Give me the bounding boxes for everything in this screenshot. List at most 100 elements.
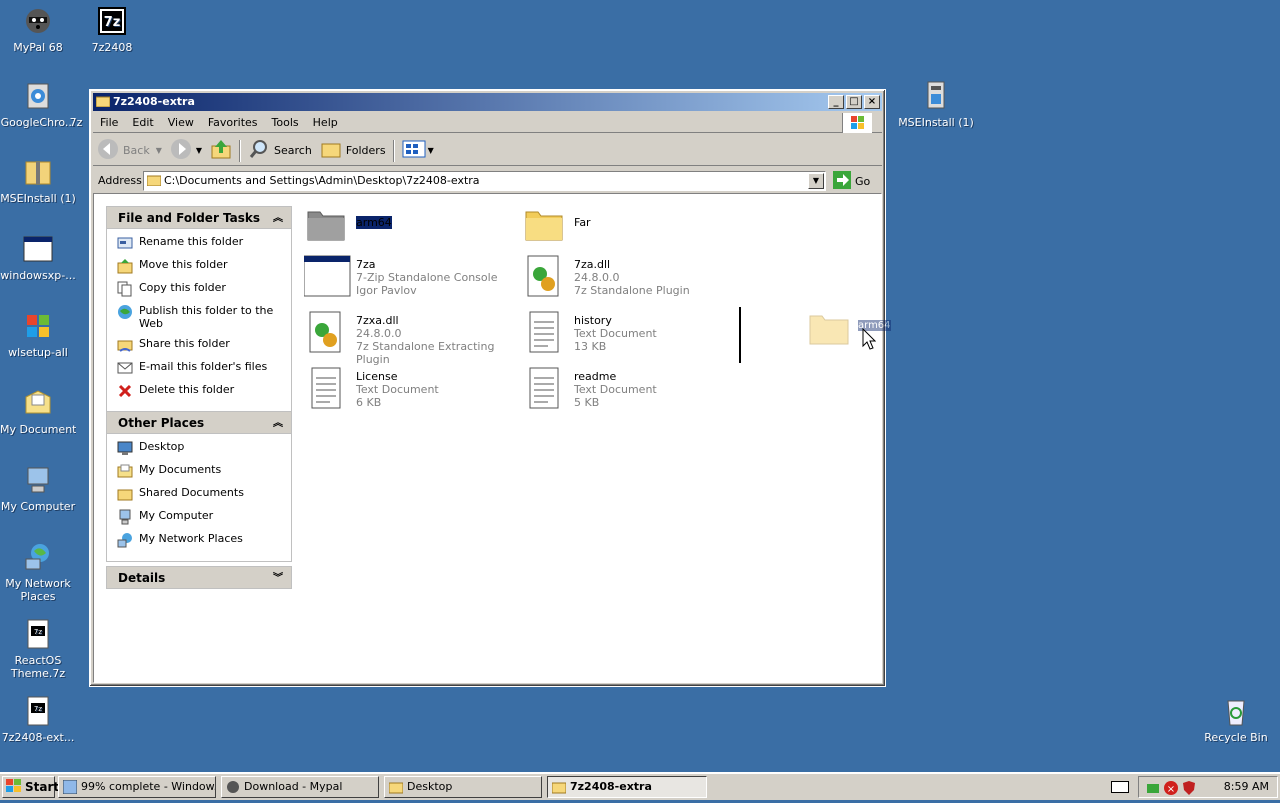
address-input[interactable]: C:\Documents and Settings\Admin\Desktop\… <box>143 171 826 191</box>
desktop-icon-my-computer[interactable]: My Computer <box>0 464 76 513</box>
start-button[interactable]: Start <box>2 776 59 798</box>
menu-tools[interactable]: Tools <box>265 116 306 129</box>
menu-file[interactable]: File <box>93 116 125 129</box>
task-label: Publish this folder to the Web <box>139 304 274 330</box>
file-item[interactable]: 7zxa.dll 24.8.0.0 7z Standalone Extracti… <box>304 310 520 366</box>
task-delete-folder[interactable]: Delete this folder <box>117 383 291 399</box>
desktop-icon-my-network-places[interactable]: My Network Places <box>0 541 76 603</box>
toolbar-separator <box>239 139 242 162</box>
place-my-documents[interactable]: My Documents <box>117 463 291 479</box>
place-my-network-places[interactable]: My Network Places <box>117 532 291 548</box>
taskbar-button-download-window[interactable]: 99% complete - Window... <box>58 776 216 798</box>
chevron-down-icon: ▼ <box>195 146 203 155</box>
close-button[interactable]: × <box>864 95 880 109</box>
folder-icon <box>551 780 567 794</box>
menu-favorites[interactable]: Favorites <box>201 116 265 129</box>
file-item[interactable]: Far <box>522 202 738 246</box>
folders-icon <box>320 138 342 163</box>
panel-header[interactable]: Other Places ︽ <box>106 411 292 434</box>
file-item[interactable]: readme Text Document 5 KB <box>522 366 738 410</box>
file-item[interactable]: 7za.dll 24.8.0.0 7z Standalone Plugin <box>522 254 738 298</box>
file-item[interactable]: License Text Document 6 KB <box>304 366 520 410</box>
other-places-panel: Other Places ︽ Desktop My Documents Shar… <box>106 411 292 562</box>
desktop-icon-recycle-bin[interactable]: Recycle Bin <box>1198 695 1274 744</box>
file-item[interactable]: history Text Document 13 KB <box>522 310 738 354</box>
go-button[interactable]: Go <box>833 171 870 192</box>
address-label: Address <box>98 173 142 187</box>
place-label: My Computer <box>139 509 214 522</box>
back-button[interactable]: Back ▼ <box>93 138 166 164</box>
windows-flag-icon <box>842 113 872 133</box>
minimize-button[interactable]: _ <box>828 95 844 109</box>
folders-button[interactable]: Folders <box>316 138 390 164</box>
views-icon <box>402 139 426 162</box>
panel-header[interactable]: File and Folder Tasks ︽ <box>106 206 292 229</box>
place-my-computer[interactable]: My Computer <box>117 509 291 525</box>
download-icon <box>62 779 78 795</box>
file-type: Text Document <box>356 383 439 396</box>
panel-header[interactable]: Details ︾ <box>106 566 292 589</box>
my-documents-icon <box>117 463 133 479</box>
taskbar-button-mypal[interactable]: Download - Mypal <box>221 776 379 798</box>
task-copy-folder[interactable]: Copy this folder <box>117 281 291 297</box>
views-button[interactable]: ▼ <box>398 138 438 164</box>
place-shared-documents[interactable]: Shared Documents <box>117 486 291 502</box>
task-share-folder[interactable]: Share this folder <box>117 337 291 353</box>
folder-icon <box>304 202 348 246</box>
taskbar-button-7z2408-extra[interactable]: 7z2408-extra <box>547 776 707 798</box>
my-documents-icon <box>22 387 54 419</box>
file-item[interactable]: arm64 <box>304 202 520 246</box>
desktop-icon-label: ReactOS Theme.7z <box>10 654 66 680</box>
desktop-icon-7z2408[interactable]: 7z 7z2408 <box>74 5 150 54</box>
explorer-window: 7z2408-extra _ □ × File Edit View Favori… <box>89 89 886 687</box>
up-folder-button[interactable] <box>206 138 236 164</box>
place-desktop[interactable]: Desktop <box>117 440 291 456</box>
zip-folder-icon <box>22 156 54 188</box>
desktop-icon-reactos-theme[interactable]: 7z ReactOS Theme.7z <box>0 618 76 680</box>
desktop-icon-wlsetup[interactable]: wlsetup-all <box>0 310 76 359</box>
file-size: 6 KB <box>356 396 382 409</box>
delete-x-icon <box>117 383 133 399</box>
desktop-icon-label: MSEInstall (1) <box>0 192 76 205</box>
task-rename-folder[interactable]: Rename this folder <box>117 235 291 251</box>
maximize-button[interactable]: □ <box>846 95 862 109</box>
forward-button[interactable]: ▼ <box>166 138 206 164</box>
menu-bar: File Edit View Favorites Tools Help <box>93 113 882 133</box>
folder-icon <box>522 202 566 246</box>
7z-archive-icon: 7z <box>22 695 54 727</box>
task-email-files[interactable]: E-mail this folder's files <box>117 360 291 376</box>
menu-edit[interactable]: Edit <box>125 116 160 129</box>
panel-title: Other Places <box>118 416 205 430</box>
desktop-icon-mypal[interactable]: MyPal 68 <box>0 5 76 54</box>
desktop-icon-my-documents[interactable]: My Documents <box>0 387 76 436</box>
file-folder-tasks-panel: File and Folder Tasks ︽ Rename this fold… <box>106 206 292 413</box>
7z-archive-icon: 7z <box>22 618 54 650</box>
file-size: 13 KB <box>574 340 607 353</box>
taskbar-button-desktop[interactable]: Desktop <box>384 776 542 798</box>
svg-text:×: × <box>1167 784 1175 795</box>
chevron-down-icon: ▼ <box>427 146 434 155</box>
menu-view[interactable]: View <box>161 116 201 129</box>
clock[interactable]: 8:59 AM <box>1224 777 1269 797</box>
window-app-icon <box>22 233 54 265</box>
panel-title: Details <box>118 571 166 585</box>
desktop-icon-mseinstall-right[interactable]: MSEInstall (1) <box>898 80 974 129</box>
share-folder-icon <box>117 337 133 353</box>
computer-icon <box>117 509 133 525</box>
desktop-icon-label: MSEInstall (1) <box>898 116 974 129</box>
file-item[interactable]: 7za 7-Zip Standalone Console Igor Pavlov <box>303 254 520 298</box>
address-dropdown-button[interactable]: ▼ <box>808 173 824 189</box>
desktop-icon-label: My Documents <box>0 423 76 436</box>
text-cursor-ibeam <box>739 307 741 363</box>
keyboard-icon[interactable] <box>1111 781 1129 793</box>
network-globe-icon <box>22 541 54 573</box>
search-button[interactable]: Search <box>244 138 316 164</box>
menu-help[interactable]: Help <box>306 116 345 129</box>
desktop-icon-7z2408-ext[interactable]: 7z 7z2408-ext... <box>0 695 76 744</box>
window-title: 7z2408-extra <box>113 95 195 108</box>
title-bar[interactable]: 7z2408-extra _ □ × <box>93 93 882 111</box>
desktop-icon-windowsxp[interactable]: windowsxp-... <box>0 233 76 282</box>
task-publish-folder[interactable]: Publish this folder to the Web <box>117 304 291 330</box>
task-move-folder[interactable]: Move this folder <box>117 258 291 274</box>
desktop-icon-mseinstall-left[interactable]: MSEInstall (1) <box>0 156 76 205</box>
